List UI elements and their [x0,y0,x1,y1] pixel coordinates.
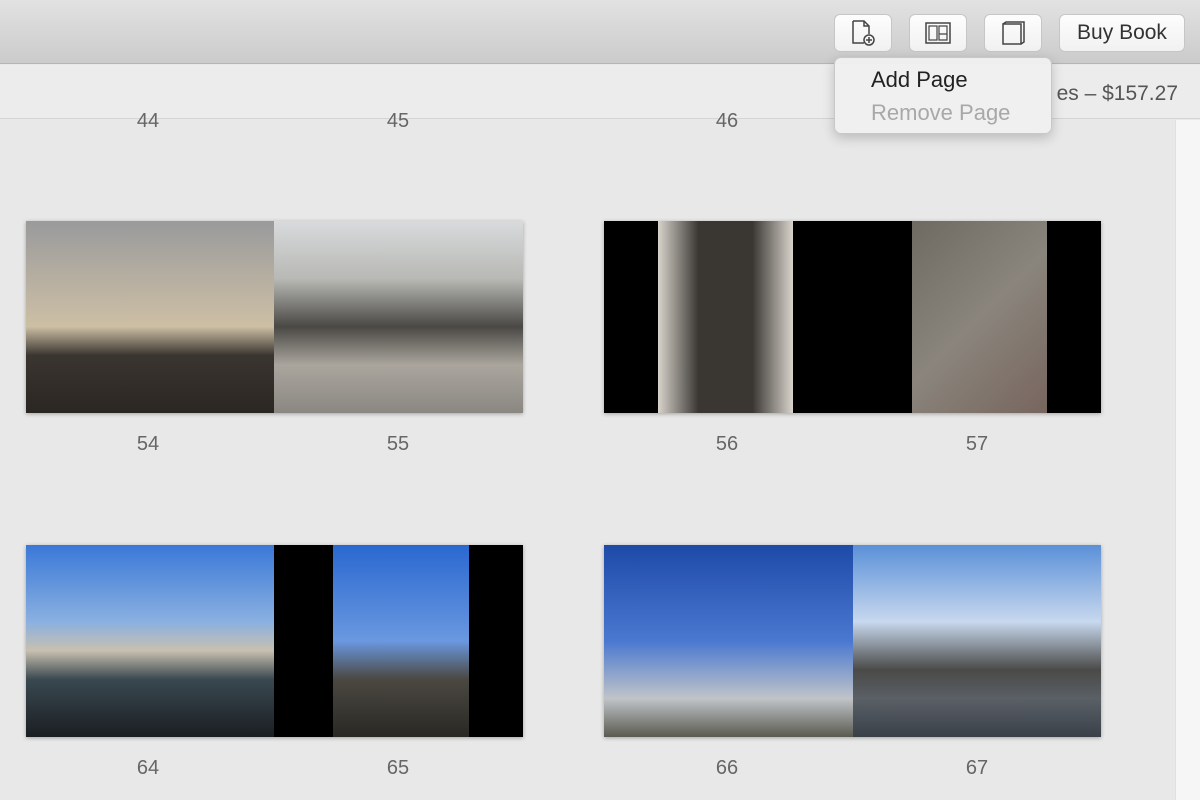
page-number: 67 [965,757,989,779]
layout-button[interactable] [909,14,967,52]
spread-54-55[interactable] [26,221,523,413]
photo[interactable] [853,545,1101,737]
spread-66-67[interactable] [604,545,1101,737]
book-icon [1002,21,1025,45]
page-number: 55 [386,433,410,455]
buy-book-button[interactable]: Buy Book [1059,14,1185,52]
book-view-button[interactable] [984,14,1042,52]
page-number: 65 [386,757,410,779]
add-page-button[interactable] [834,14,892,52]
spread-64-65[interactable] [26,545,523,737]
page-number: 44 [136,110,160,132]
page-number: 54 [136,433,160,455]
page-number: 45 [386,110,410,132]
layout-icon [925,22,951,44]
scrollbar[interactable] [1175,120,1200,800]
photo[interactable] [26,545,274,737]
page-number: 57 [965,433,989,455]
photo[interactable] [274,221,523,413]
spread-56-57[interactable] [604,221,1101,413]
price-summary: es – $157.27 [1056,82,1178,105]
photo[interactable] [912,221,1047,413]
page-number: 64 [136,757,160,779]
add-page-menu: Add Page Remove Page [834,57,1052,134]
photo[interactable] [604,545,853,737]
photo[interactable] [333,545,469,737]
page-number: 56 [715,433,739,455]
menu-item-remove-page: Remove Page [871,100,1011,125]
page-number: 46 [715,110,739,132]
menu-item-add-page[interactable]: Add Page [835,66,1051,99]
photo[interactable] [658,221,793,413]
document-plus-icon [852,20,875,46]
photo[interactable] [26,221,274,413]
page-number: 66 [715,757,739,779]
toolbar: Buy Book [0,0,1200,64]
